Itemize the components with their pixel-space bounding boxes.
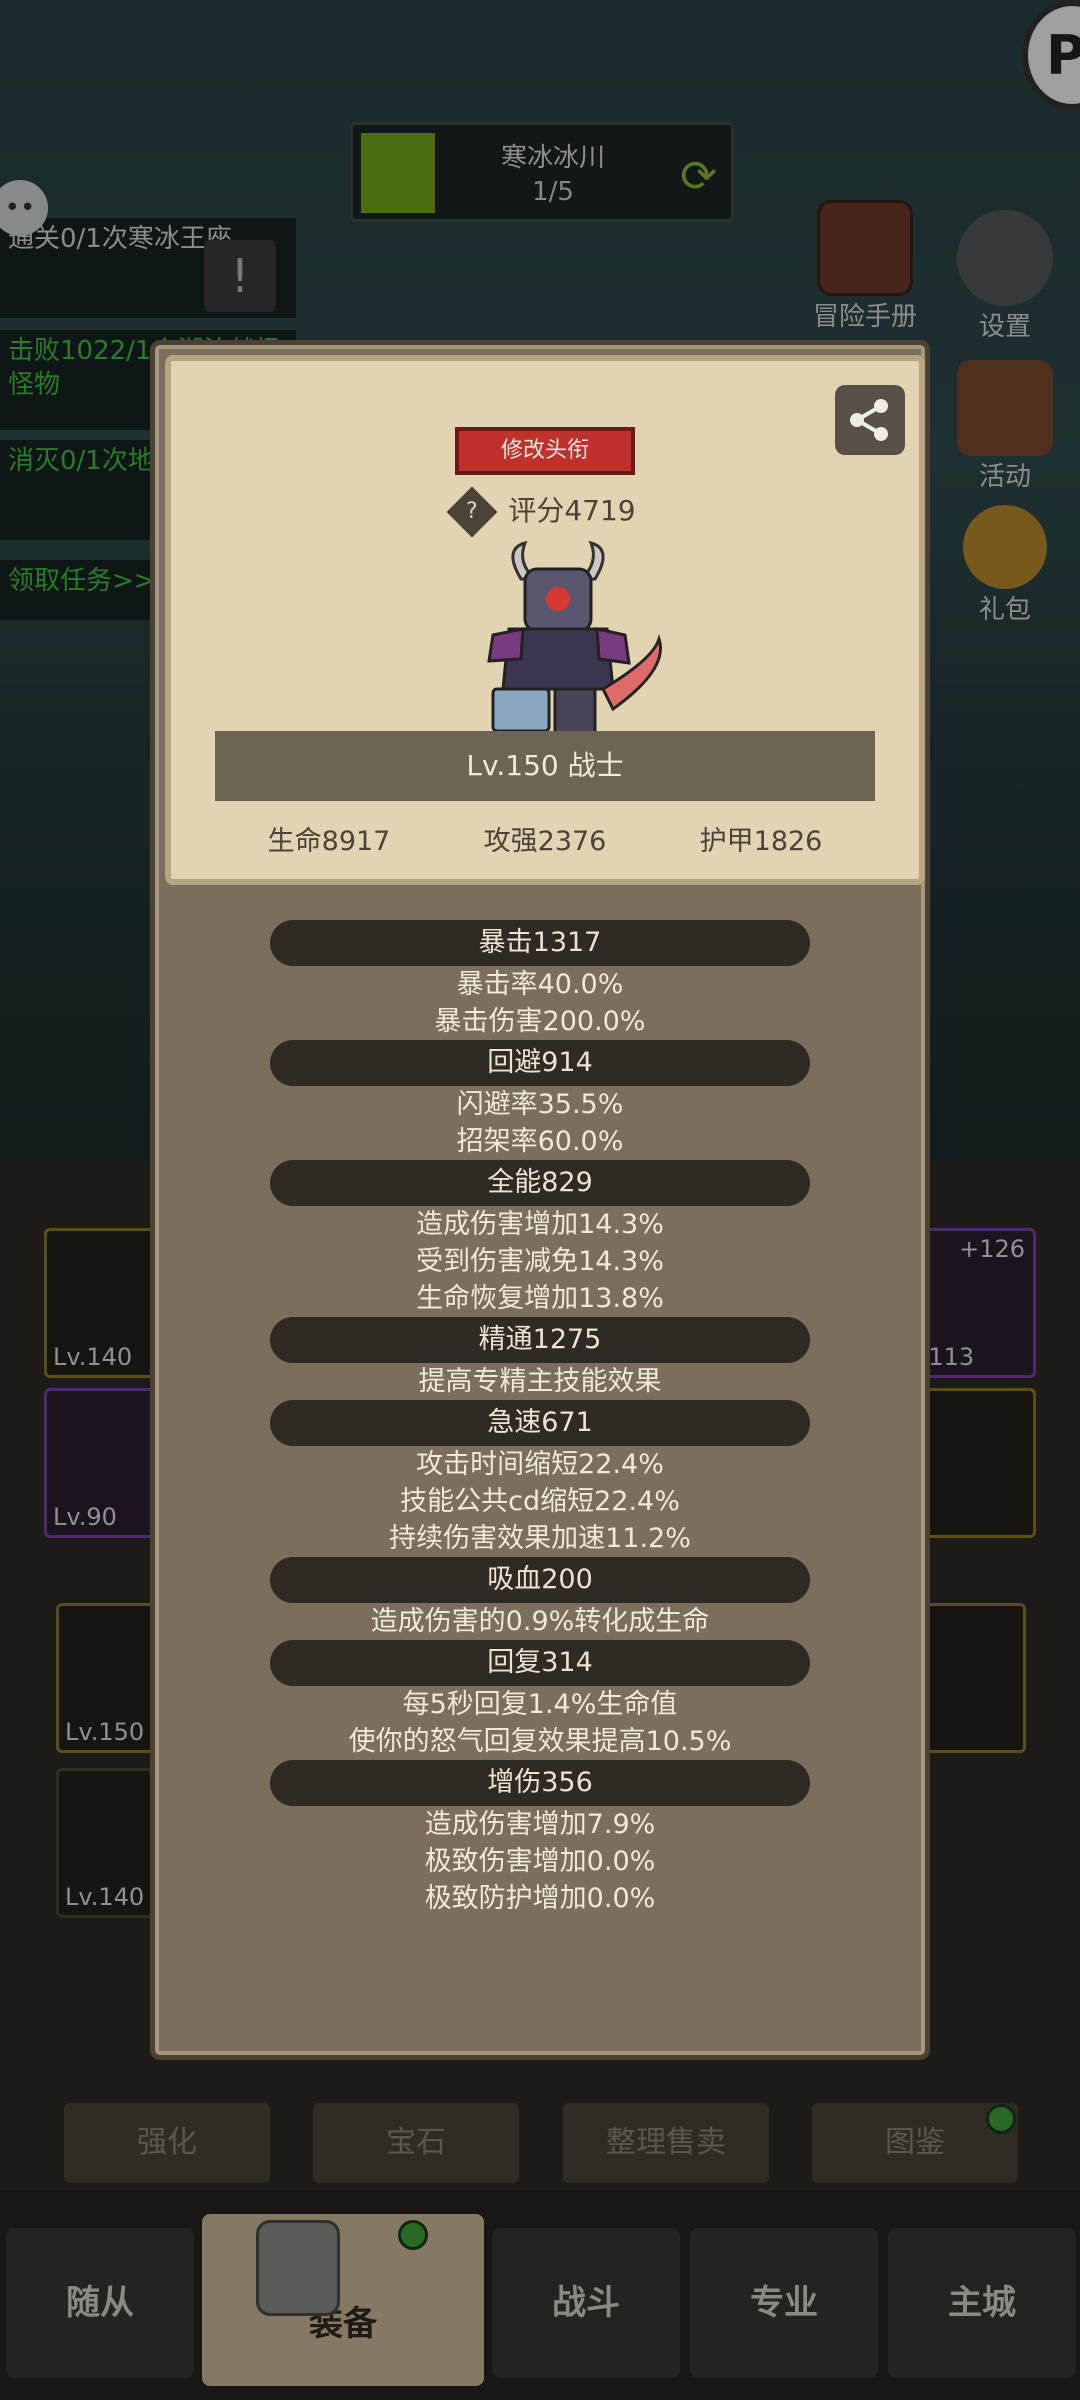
stats-list: 暴击1317 暴击率40.0% 暴击伤害200.0% 回避914 闪避率35.5…	[155, 920, 925, 1917]
share-icon	[850, 399, 888, 441]
character-card: 修改头衔 ? 评分4719 Lv.150 战士 生命8917 攻强2376 护甲1…	[165, 355, 925, 885]
stat-line: 造成伤害增加7.9%	[424, 1809, 656, 1840]
stat-line: 每5秒回复1.4%生命值	[402, 1689, 678, 1720]
stat-header: 吸血200	[270, 1557, 810, 1603]
armor-stat: 护甲1826	[699, 826, 823, 857]
stat-header: 急速671	[270, 1400, 810, 1446]
stat-line: 暴击率40.0%	[456, 969, 624, 1000]
stat-line: 极致防护增加0.0%	[424, 1883, 656, 1914]
health-stat: 生命8917	[267, 826, 391, 857]
stat-line: 提高专精主技能效果	[418, 1366, 662, 1397]
stat-header: 增伤356	[270, 1760, 810, 1806]
character-stats-modal: 修改头衔 ? 评分4719 Lv.150 战士 生命8917 攻强2376 护甲1…	[150, 340, 930, 2060]
stat-line: 受到伤害减免14.3%	[416, 1246, 664, 1277]
stat-header: 精通1275	[270, 1317, 810, 1363]
stat-line: 持续伤害效果加速11.2%	[389, 1523, 691, 1554]
level-class-banner: Lv.150 战士	[215, 731, 875, 801]
score-row: ? 评分4719	[171, 486, 919, 538]
warrior-avatar	[487, 540, 662, 737]
stat-header: 暴击1317	[270, 920, 810, 966]
stat-line: 造成伤害的0.9%转化成生命	[370, 1606, 710, 1637]
score-value: 评分4719	[508, 494, 636, 527]
stat-line: 招架率60.0%	[456, 1126, 624, 1157]
stat-line: 造成伤害增加14.3%	[416, 1209, 664, 1240]
share-button[interactable]	[835, 385, 905, 455]
stat-line: 使你的怒气回复效果提高10.5%	[348, 1726, 732, 1757]
stat-header: 全能829	[270, 1160, 810, 1206]
change-title-button[interactable]: 修改头衔	[455, 427, 635, 475]
stat-line: 闪避率35.5%	[456, 1089, 624, 1120]
attack-power-stat: 攻强2376	[483, 826, 607, 857]
stat-line: 极致伤害增加0.0%	[424, 1846, 656, 1877]
stat-header: 回避914	[270, 1040, 810, 1086]
stat-line: 暴击伤害200.0%	[434, 1006, 646, 1037]
stat-line: 攻击时间缩短22.4%	[416, 1449, 664, 1480]
stat-line: 技能公共cd缩短22.4%	[400, 1486, 680, 1517]
stat-header: 回复314	[270, 1640, 810, 1686]
stat-line: 生命恢复增加13.8%	[416, 1283, 664, 1314]
help-icon[interactable]: ?	[446, 486, 498, 538]
core-stats: 生命8917 攻强2376 护甲1826	[171, 819, 919, 858]
